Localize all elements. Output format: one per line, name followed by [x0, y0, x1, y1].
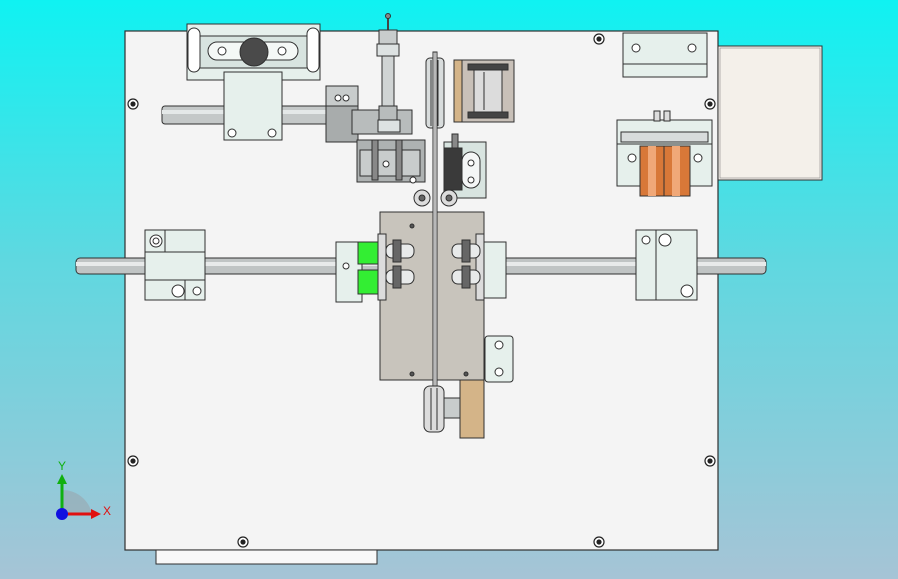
mounting-hole — [127, 98, 139, 110]
mounting-hole — [593, 536, 605, 548]
wire-guide — [432, 51, 438, 433]
top-right-bracket[interactable] — [622, 32, 708, 78]
axis-triad: Y X — [56, 459, 111, 520]
center-carriage-plate[interactable] — [379, 211, 485, 381]
stepper-motor[interactable] — [453, 59, 515, 123]
mounting-hole — [127, 455, 139, 467]
cad-viewport[interactable]: Y X — [0, 0, 898, 579]
mounting-hole — [593, 33, 605, 45]
side-panel[interactable] — [717, 45, 823, 181]
mounting-hole — [704, 455, 716, 467]
heater-block[interactable] — [616, 110, 713, 197]
slider-bracket[interactable] — [356, 139, 426, 184]
mounting-hole — [704, 98, 716, 110]
mounting-hole — [237, 536, 249, 548]
axis-y-label: Y — [58, 459, 66, 473]
right-shaft-support[interactable] — [635, 229, 698, 301]
axis-x-label: X — [103, 504, 111, 518]
left-shaft-support[interactable] — [144, 229, 206, 301]
side-bracket[interactable] — [484, 335, 514, 383]
